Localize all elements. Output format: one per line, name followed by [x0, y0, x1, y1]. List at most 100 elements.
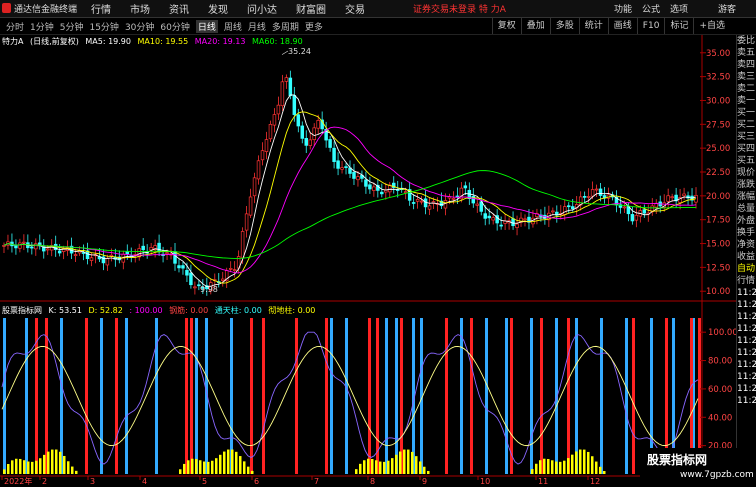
blue-signal-bar [330, 318, 333, 474]
watermark-title: 股票指标网 [647, 453, 708, 467]
yellow-volume-bar [547, 459, 550, 474]
yellow-volume-bar [31, 461, 34, 474]
yellow-volume-bar [579, 449, 582, 474]
red-signal-bar [470, 318, 473, 474]
candle-body [515, 223, 519, 228]
yellow-volume-bar [231, 449, 234, 474]
yellow-volume-bar [591, 456, 594, 474]
yellow-volume-bar [247, 466, 250, 474]
yellow-volume-bar [199, 460, 202, 474]
yellow-volume-bar [71, 466, 74, 474]
candle-body [563, 206, 567, 215]
red-signal-bar [190, 318, 193, 474]
candle-body [264, 139, 269, 152]
yellow-volume-bar [419, 461, 422, 474]
candle-body [491, 217, 495, 221]
blue-signal-bar [3, 318, 6, 474]
candle-body [185, 270, 189, 276]
high-annotation: 35.24 [288, 47, 311, 56]
candle-body [340, 167, 344, 170]
price-tick-label: 12.50 [706, 263, 730, 273]
candle-body [630, 214, 635, 222]
price-tick-label: 20.00 [706, 192, 730, 202]
yellow-volume-bar [11, 460, 14, 474]
side-row: 11:26 [737, 324, 756, 334]
red-signal-bar [325, 318, 328, 474]
yellow-volume-bar [223, 451, 226, 474]
candle-body [642, 209, 647, 214]
time-tick-label: 4 [142, 477, 147, 486]
time-tick-label: 12 [590, 477, 600, 486]
candle-body [177, 265, 181, 269]
side-row: 总量 [737, 204, 756, 214]
red-signal-bar [85, 318, 88, 474]
yellow-volume-bar [367, 458, 370, 474]
yellow-volume-bar [251, 470, 254, 474]
yellow-volume-bar [63, 455, 66, 474]
candle-body [240, 231, 245, 259]
yellow-volume-bar [543, 458, 546, 474]
ind-tick-label: 40.00 [708, 413, 732, 423]
candle-body [181, 265, 185, 269]
blue-signal-bar [125, 318, 128, 474]
side-row: 11:26 [737, 288, 756, 298]
yellow-volume-bar [7, 464, 10, 474]
candle-body [551, 210, 555, 213]
side-row: 11:27 [737, 336, 756, 346]
candle-body [292, 95, 297, 115]
yellow-volume-bar [407, 449, 410, 474]
side-row: 净资 [737, 240, 756, 250]
time-tick-label: 11 [538, 477, 548, 486]
price-tick-label: 25.00 [706, 144, 730, 154]
yellow-volume-bar [23, 460, 26, 474]
red-signal-bar [250, 318, 253, 474]
price-tick-label: 10.00 [706, 287, 730, 297]
yellow-volume-bar [67, 461, 70, 474]
candle-body [328, 139, 332, 148]
yellow-volume-bar [243, 461, 246, 474]
blue-signal-bar [395, 318, 398, 474]
candle-body [157, 242, 161, 253]
side-row: 行情 [737, 276, 756, 286]
time-tick-label: 6 [254, 477, 259, 486]
candle-body [463, 185, 468, 189]
side-row: 换手 [737, 228, 756, 238]
blue-signal-bar [195, 318, 198, 474]
price-tick-label: 15.00 [706, 240, 730, 250]
candle-body [594, 188, 599, 191]
candle-body [364, 179, 368, 187]
candle-body [260, 150, 265, 161]
candle-body [344, 166, 348, 168]
candle-body [582, 196, 587, 198]
time-tick-label: 10 [480, 477, 490, 486]
red-signal-bar [45, 318, 48, 474]
candle-body [280, 81, 285, 107]
yellow-volume-bar [215, 458, 218, 474]
red-signal-bar [295, 318, 298, 474]
yellow-volume-bar [423, 466, 426, 474]
chart-canvas[interactable]: 35.24 9.98 35.00 32.50 30.00 27.50 25.00 22.50… [0, 0, 756, 487]
yellow-volume-bar [375, 460, 378, 474]
candle-body [411, 202, 416, 204]
indicator-layer [1, 318, 701, 474]
blue-signal-bar [625, 318, 628, 474]
ind-tick-label: 80.00 [708, 357, 732, 367]
time-tick-label: 7 [314, 477, 319, 486]
yellow-volume-bar [559, 461, 562, 474]
side-row: 11:27 [737, 372, 756, 382]
yellow-volume-bar [355, 469, 358, 474]
candle-body [300, 125, 305, 139]
candle-body [105, 257, 110, 266]
yellow-volume-bar [15, 458, 18, 474]
candle-body [634, 214, 639, 221]
yellow-volume-bar [363, 460, 366, 474]
blue-signal-bar [575, 318, 578, 474]
side-row: 11:27 [737, 360, 756, 370]
candle-body [372, 186, 376, 191]
yellow-volume-bar [535, 463, 538, 474]
time-tick-label: 2022年 [4, 476, 32, 486]
candle-body [415, 199, 420, 202]
yellow-volume-bar [395, 454, 398, 474]
yellow-volume-bar [359, 463, 362, 474]
blue-signal-bar [25, 318, 28, 474]
